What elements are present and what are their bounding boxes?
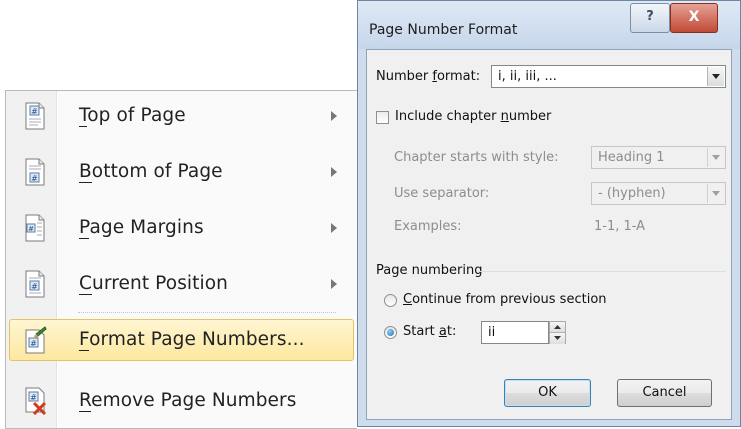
- chevron-down-icon: [712, 191, 720, 196]
- page-number-format-dialog: Page Number Format ? X Number format: i,…: [357, 0, 741, 427]
- menu-vertical-divider: [56, 91, 57, 428]
- continue-previous-radio[interactable]: [384, 294, 397, 307]
- separator-select[interactable]: - (hyphen): [591, 182, 726, 205]
- dropdown-button[interactable]: [707, 148, 724, 167]
- help-icon: ?: [646, 9, 654, 24]
- menu-item-page-margins[interactable]: # Page Margins: [9, 207, 354, 249]
- close-button[interactable]: X: [670, 3, 718, 33]
- spin-up-button[interactable]: [550, 322, 565, 333]
- format-page-numbers-icon: #: [23, 326, 47, 354]
- submenu-arrow-icon: [331, 279, 337, 289]
- close-icon: X: [688, 9, 700, 25]
- svg-text:#: #: [28, 225, 34, 233]
- number-format-label: Number format:: [376, 69, 481, 84]
- page-number-context-menu: # Top of Page # Bottom of Page # Page Ma…: [5, 90, 357, 429]
- continue-previous-label: Continue from previous section: [403, 292, 607, 307]
- start-at-input[interactable]: ii: [481, 321, 549, 344]
- cancel-button[interactable]: Cancel: [617, 379, 712, 407]
- number-format-value: i, ii, iii, ...: [498, 69, 557, 84]
- dialog-title: Page Number Format: [369, 22, 518, 38]
- svg-text:#: #: [30, 339, 37, 348]
- access-key: F: [79, 329, 90, 351]
- ok-button[interactable]: OK: [504, 379, 591, 407]
- svg-text:#: #: [31, 107, 38, 116]
- chevron-down-icon: [554, 336, 561, 340]
- radio-selected-dot: [387, 329, 394, 336]
- access-key: P: [79, 217, 90, 239]
- access-key: R: [79, 390, 92, 412]
- examples-label: Examples:: [394, 219, 462, 234]
- menu-item-remove-page-numbers[interactable]: # Remove Page Numbers: [9, 380, 354, 422]
- access-key: n: [500, 109, 509, 124]
- start-at-value: ii: [488, 325, 496, 340]
- menu-item-top-of-page[interactable]: # Top of Page: [9, 95, 354, 137]
- chevron-down-icon: [712, 74, 720, 79]
- chapter-style-label: Chapter starts with style:: [394, 150, 559, 165]
- menu-icon-strip: [6, 91, 56, 428]
- access-key: C: [403, 292, 413, 307]
- separator-value: - (hyphen): [598, 186, 666, 201]
- menu-item-format-page-numbers[interactable]: # Format Page Numbers...: [9, 319, 354, 361]
- chevron-up-icon: [554, 325, 561, 329]
- access-key: B: [79, 161, 92, 183]
- svg-text:#: #: [30, 393, 37, 402]
- menu-separator: [78, 312, 336, 313]
- start-at-label: Start at:: [403, 324, 457, 339]
- remove-page-numbers-icon: #: [23, 387, 47, 416]
- menu-item-current-position[interactable]: # Current Position: [9, 263, 354, 305]
- chapter-style-select[interactable]: Heading 1: [591, 146, 726, 169]
- start-at-spinner[interactable]: [549, 321, 566, 344]
- start-at-radio[interactable]: [384, 326, 397, 339]
- svg-text:#: #: [31, 282, 38, 291]
- chapter-style-value: Heading 1: [598, 150, 665, 165]
- spin-down-button[interactable]: [550, 333, 565, 344]
- include-chapter-number-label: Include chapter number: [395, 109, 552, 124]
- current-position-icon: #: [23, 270, 47, 298]
- include-chapter-number-checkbox[interactable]: [376, 111, 389, 124]
- group-divider: [478, 271, 726, 272]
- page-margins-icon: #: [23, 214, 47, 242]
- help-button[interactable]: ?: [630, 3, 670, 33]
- submenu-arrow-icon: [331, 167, 337, 177]
- submenu-arrow-icon: [331, 111, 337, 121]
- access-key: C: [79, 273, 93, 295]
- examples-value: 1-1, 1-A: [594, 219, 646, 234]
- chevron-down-icon: [712, 155, 720, 160]
- svg-text:#: #: [31, 174, 38, 183]
- separator-label: Use separator:: [394, 186, 490, 201]
- menu-item-bottom-of-page[interactable]: # Bottom of Page: [9, 151, 354, 193]
- top-of-page-icon: #: [23, 102, 47, 130]
- dropdown-button[interactable]: [707, 184, 724, 203]
- dropdown-button[interactable]: [707, 67, 724, 86]
- access-key: a: [438, 324, 447, 339]
- submenu-arrow-icon: [331, 223, 337, 233]
- number-format-select[interactable]: i, ii, iii, ...: [491, 65, 726, 88]
- page-numbering-group-label: Page numbering: [376, 263, 483, 278]
- bottom-of-page-icon: #: [23, 158, 47, 186]
- dialog-body: Number format: i, ii, iii, ... Include c…: [366, 49, 732, 420]
- dialog-title-bar[interactable]: Page Number Format ? X: [358, 1, 740, 49]
